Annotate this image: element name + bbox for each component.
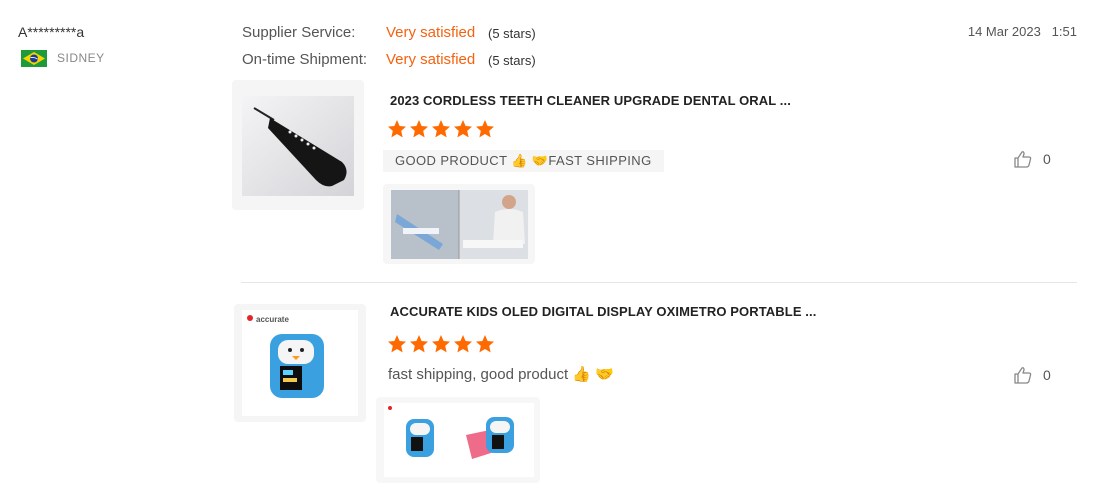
star-icon [388, 335, 406, 353]
item-title[interactable]: 2023 CORDLESS TEETH CLEANER UPGRADE DENT… [390, 93, 791, 108]
star-icon [476, 120, 494, 138]
like-count: 0 [1043, 367, 1051, 383]
item-divider [241, 282, 1077, 283]
star-icon [432, 120, 450, 138]
product-thumbnail-oximeter[interactable]: accurate [234, 304, 366, 422]
review-photo[interactable] [376, 397, 540, 483]
review-photo-image [384, 403, 534, 477]
oximeter-image [242, 310, 358, 416]
thumbs-up-icon [1014, 151, 1032, 168]
like-button[interactable]: 0 [1013, 365, 1051, 385]
shipment-stars: (5 stars) [488, 53, 536, 68]
review-date: 14 Mar 2023 1:51 [967, 24, 1077, 39]
supplier-service-value: Very satisfied [386, 24, 476, 41]
thumbs-up-icon [1014, 367, 1032, 384]
star-icon [454, 120, 472, 138]
star-icon [476, 335, 494, 353]
star-icon [454, 335, 472, 353]
like-button[interactable]: 0 [1013, 149, 1051, 169]
reviewer-name: A*********a [18, 24, 85, 40]
review-photo-image [391, 190, 528, 259]
supplier-service-label: Supplier Service: [242, 24, 356, 41]
reviewer-country: SIDNEY [57, 51, 105, 65]
supplier-service-stars: (5 stars) [488, 26, 536, 41]
star-icon [410, 335, 428, 353]
product-thumbnail-teeth-cleaner[interactable] [232, 80, 364, 210]
item-rating-stars [387, 119, 495, 139]
star-icon [410, 120, 428, 138]
review-comment: fast shipping, good product 👍 🤝 [388, 366, 614, 383]
brazil-flag-icon [21, 50, 47, 67]
like-count: 0 [1043, 151, 1051, 167]
item-rating-stars [387, 334, 495, 354]
review-photo[interactable] [383, 184, 535, 264]
star-icon [388, 120, 406, 138]
star-icon [432, 335, 450, 353]
brand-logo: accurate [256, 315, 289, 324]
review-comment: GOOD PRODUCT 👍 🤝FAST SHIPPING [383, 150, 664, 172]
teeth-cleaner-image [242, 96, 354, 196]
shipment-value: Very satisfied [386, 51, 476, 68]
shipment-label: On-time Shipment: [242, 51, 368, 68]
item-title[interactable]: ACCURATE KIDS OLED DIGITAL DISPLAY OXIME… [390, 304, 816, 319]
